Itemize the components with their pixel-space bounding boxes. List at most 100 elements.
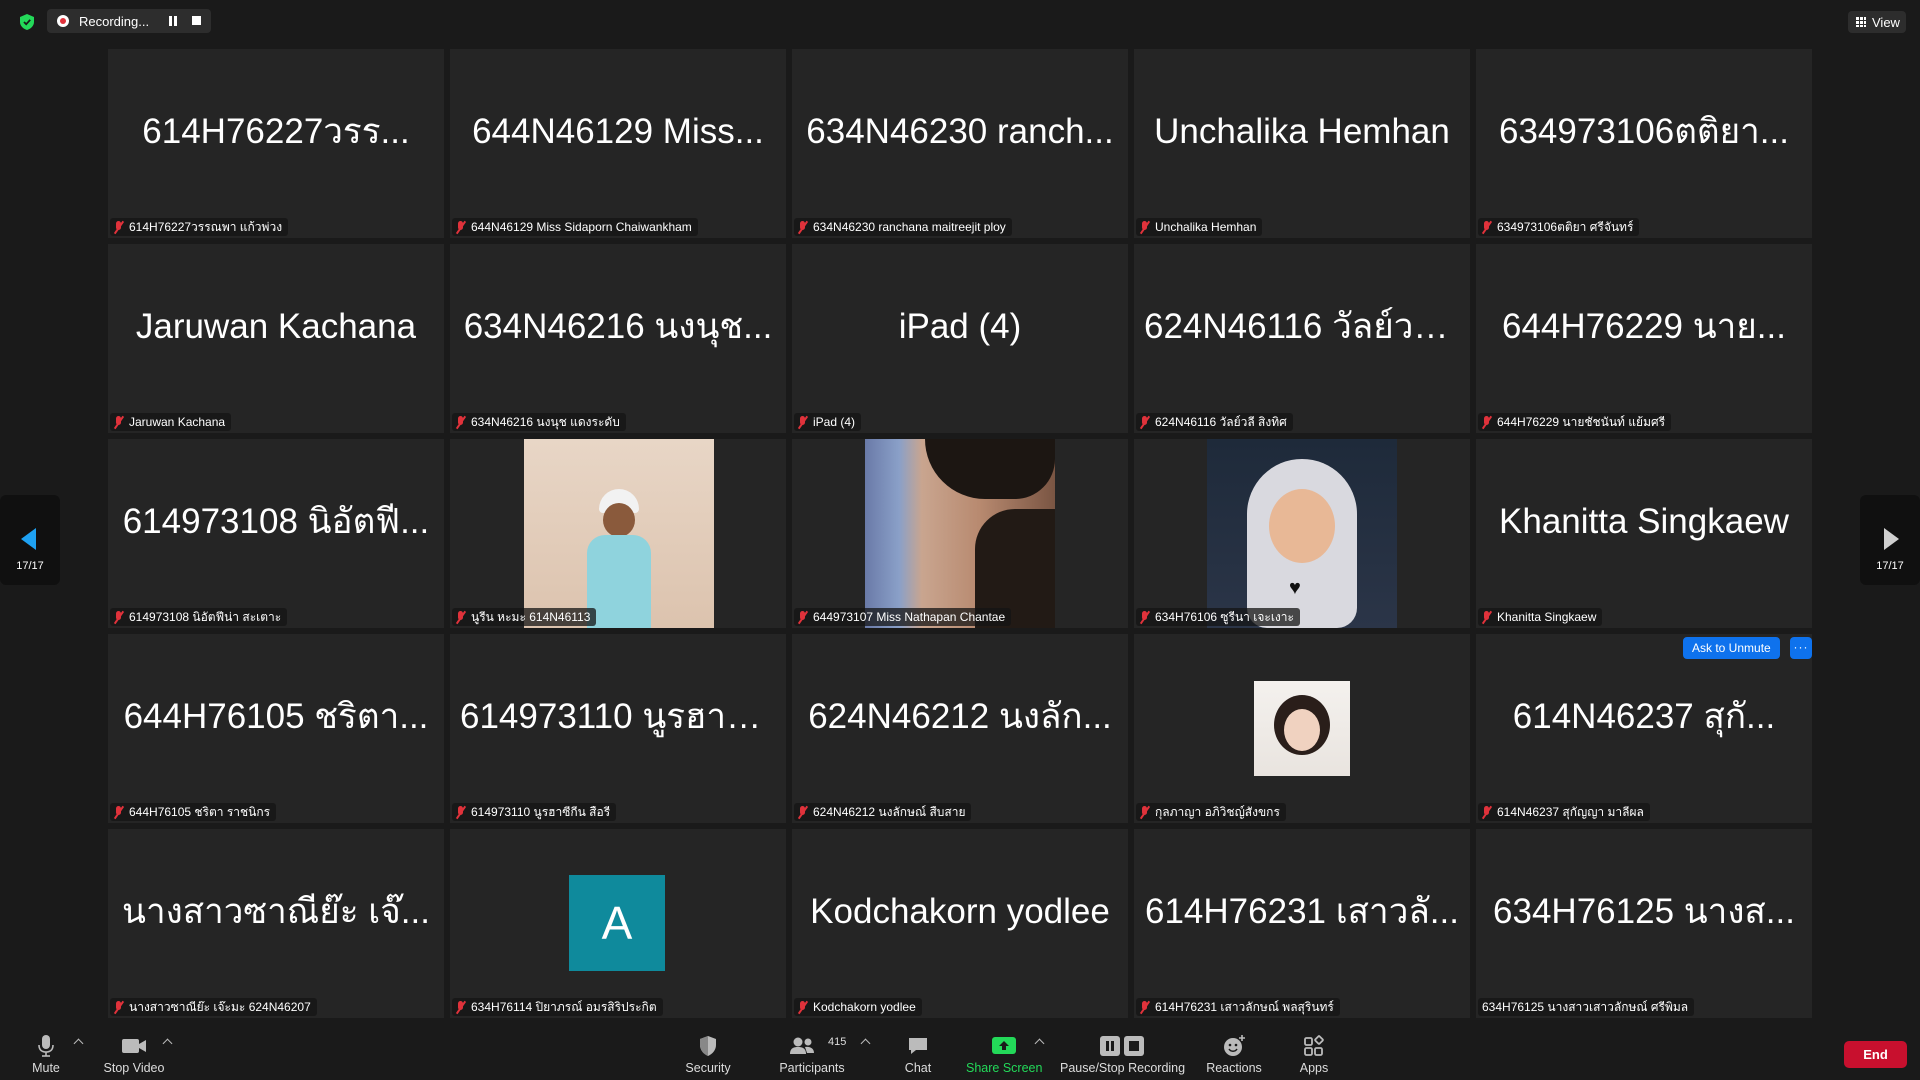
participant-tile[interactable]: กุลภาญา อภิวิชญ์สังขกร [1134, 634, 1470, 823]
participant-display-name-text: 614973108 นิอัตฟี... [122, 502, 430, 541]
ask-to-unmute-button[interactable]: Ask to Unmute [1683, 637, 1780, 659]
pause-stop-recording-button[interactable]: Pause/Stop Recording [1060, 1026, 1185, 1080]
chat-bubble-icon [909, 1038, 927, 1054]
participant-display-name-text: Jaruwan Kachana [135, 306, 417, 346]
shield-check-icon[interactable] [20, 14, 34, 30]
participant-tile[interactable]: 644H76105 ชริตา... 644H76105 ชริตา ราชนิก… [108, 634, 444, 823]
participant-name-text: 624N46116 วัลย์วลี สิงทิศ [1155, 414, 1287, 429]
arrow-left-icon [21, 528, 36, 550]
mic-muted-icon [1140, 220, 1149, 234]
participant-display-name-text: 614N46237 สุกั... [1512, 697, 1776, 736]
participant-display-name-text: iPad (4) [898, 306, 1022, 346]
mic-muted-icon [114, 610, 123, 624]
recording-label: Recording... [79, 14, 150, 29]
participant-grid: 614H76227วรร... 614H76227วรรณพา แก้วพ่วง 6… [108, 49, 1812, 1018]
share-screen-button[interactable]: Share Screen [966, 1026, 1042, 1080]
participant-tile[interactable]: 614N46237 สุกั... Ask to Unmute ··· 614N462… [1476, 634, 1812, 823]
participant-name-text: 614973108 นิอัตฟีน่า สะเตาะ [129, 609, 282, 624]
page-count-right: 17/17 [1876, 560, 1904, 572]
participant-name-label: 634N46216 นงนุช แดงระดับ [452, 413, 626, 431]
mic-muted-icon [1482, 415, 1491, 429]
stop-recording-icon[interactable] [192, 16, 201, 25]
participant-tile[interactable]: Unchalika Hemhan Unchalika Hemhan [1134, 49, 1470, 238]
apps-button[interactable]: Apps [1296, 1026, 1332, 1080]
next-page-button[interactable]: 17/17 [1860, 495, 1920, 585]
view-button[interactable]: View [1848, 11, 1906, 33]
mic-muted-icon [1140, 805, 1149, 819]
participant-name-label: 624N46116 วัลย์วลี สิงทิศ [1136, 413, 1293, 431]
mic-muted-icon [114, 220, 123, 234]
participant-tile[interactable]: 624N46116 วัลย์วลี... 624N46116 วัลย์วลี … [1134, 244, 1470, 433]
participant-name-text: นางสาวซาณีย๊ะ เจ๊ะมะ 624N46207 [129, 999, 311, 1014]
microphone-icon [38, 1035, 54, 1057]
participant-name-text: Unchalika Hemhan [1155, 220, 1257, 234]
participant-tile[interactable]: Khanitta Singkaew Khanitta Singkaew [1476, 439, 1812, 628]
participant-name-text: 644N46129 Miss Sidaporn Chaiwankham [471, 220, 692, 234]
participant-tile[interactable]: 614H76231 เสาวลั... 614H76231 เสาวลักษณ์ … [1134, 829, 1470, 1018]
participant-name-text: Kodchakorn yodlee [813, 1000, 916, 1014]
participant-tile[interactable]: A 634H76114 ปิยาภรณ์ อมรสิริประกิต [450, 829, 786, 1018]
stop-video-button[interactable]: Stop Video [100, 1026, 168, 1080]
participant-tile[interactable]: 644H76229 นาย... 644H76229 นายชัชนันท์ แย… [1476, 244, 1812, 433]
participant-name-label: Unchalika Hemhan [1136, 218, 1263, 236]
participant-tile[interactable]: 634973106ตติยา... 634973106ตติยา ศรีจันทร… [1476, 49, 1812, 238]
mic-muted-icon [798, 610, 807, 624]
participant-video [865, 439, 1055, 628]
participant-name-label: 644H76105 ชริตา ราชนิกร [110, 803, 277, 821]
participant-name-label: 614H76231 เสาวลักษณ์ พลสุรินทร์ [1136, 998, 1340, 1016]
mic-muted-icon [1140, 1000, 1149, 1014]
mic-muted-icon [798, 805, 807, 819]
participant-tile[interactable]: iPad (4) iPad (4) [792, 244, 1128, 433]
participant-name-text: กุลภาญา อภิวิชญ์สังขกร [1155, 804, 1280, 819]
participant-tile[interactable]: นูรีน หะมะ 614N46113 [450, 439, 786, 628]
participant-tile[interactable]: นางสาวซาณีย๊ะ เจ๊... นางสาวซาณีย๊ะ เจ๊ะมะ… [108, 829, 444, 1018]
participant-tile[interactable]: 644N46129 Miss... 644N46129 Miss Sidaporn… [450, 49, 786, 238]
arrow-right-icon [1884, 528, 1899, 550]
participant-tile[interactable]: 634N46216 นงนุช... 634N46216 นงนุช แดงระด… [450, 244, 786, 433]
page-count-left: 17/17 [16, 560, 44, 572]
participant-tile[interactable]: ♥ 634H76106 ซูรีนา เจะเงาะ [1134, 439, 1470, 628]
participant-tile[interactable]: 624N46212 นงลัก... 624N46212 นงลักษณ์ สืบ… [792, 634, 1128, 823]
participants-count: 415 [828, 1036, 847, 1048]
participant-tile[interactable]: Kodchakorn yodlee Kodchakorn yodlee [792, 829, 1128, 1018]
grid-view-icon [1856, 17, 1866, 27]
pause-stop-icon [1100, 1036, 1144, 1056]
participant-name-label: Jaruwan Kachana [110, 413, 232, 431]
pause-recording-icon[interactable] [167, 15, 179, 27]
end-meeting-button[interactable]: End [1844, 1041, 1907, 1068]
participant-display-name-text: 634N46216 นงนุช... [463, 307, 773, 346]
participant-display-name-text: 644H76105 ชริตา... [123, 697, 429, 736]
reactions-button[interactable]: Reactions [1200, 1026, 1268, 1080]
participant-display-name-text: นางสาวซาณีย๊ะ เจ๊... [122, 892, 430, 931]
participant-display-name-text: Unchalika Hemhan [1154, 111, 1450, 151]
participant-tile[interactable]: 614H76227วรร... 614H76227วรรณพา แก้วพ่วง [108, 49, 444, 238]
participant-tile[interactable]: 634H76125 นางส... 634H76125 นางสาวเสาวลัก… [1476, 829, 1812, 1018]
participant-display-name-text: 624N46116 วัลย์วลี... [1144, 307, 1460, 346]
participant-tile[interactable]: Jaruwan Kachana Jaruwan Kachana [108, 244, 444, 433]
top-bar: Recording... View [0, 0, 1920, 42]
more-options-button[interactable]: ··· [1790, 637, 1812, 659]
participant-name-label: Khanitta Singkaew [1478, 608, 1603, 626]
participant-display-name: 614973108 นิอัตฟี... [108, 439, 444, 604]
participants-button[interactable]: 415 Participants [776, 1026, 848, 1080]
chat-button[interactable]: Chat [900, 1026, 936, 1080]
security-button[interactable]: Security [680, 1026, 736, 1080]
participant-display-name: 624N46116 วัลย์วลี... [1134, 244, 1470, 409]
participant-tile[interactable]: 634N46230 ranch... 634N46230 ranchana mai… [792, 49, 1128, 238]
chat-label: Chat [904, 1061, 932, 1075]
participant-video [524, 439, 714, 628]
participant-display-name-text: 614H76227วรร... [142, 112, 410, 151]
mute-label: Mute [32, 1061, 60, 1075]
mic-muted-icon [1140, 610, 1149, 624]
profile-photo [1254, 681, 1350, 776]
reaction-smiley-icon [1224, 1035, 1245, 1056]
participant-name-text: นูรีน หะมะ 614N46113 [471, 609, 591, 624]
participants-options-chevron-icon[interactable] [860, 1038, 871, 1049]
participant-tile[interactable]: 644973107 Miss Nathapan Chantae [792, 439, 1128, 628]
previous-page-button[interactable]: 17/17 [0, 495, 60, 585]
security-shield-icon [700, 1036, 716, 1056]
participant-tile[interactable]: 614973110 นูรฮาซี... 614973110 นูรฮาซีกีน… [450, 634, 786, 823]
participant-tile[interactable]: 614973108 นิอัตฟี... 614973108 นิอัตฟีน่า… [108, 439, 444, 628]
audio-options-chevron-icon[interactable] [73, 1038, 84, 1049]
mute-button[interactable]: Mute [22, 1026, 70, 1080]
